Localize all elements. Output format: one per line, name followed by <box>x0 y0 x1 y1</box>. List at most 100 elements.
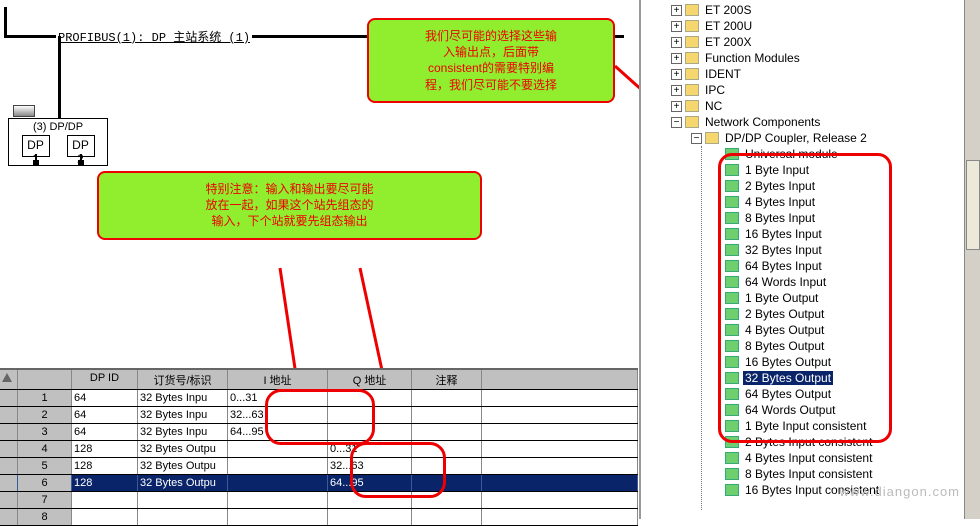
folder-icon <box>705 132 719 144</box>
row-dpid: 128 <box>72 475 138 491</box>
row-ident: 32 Bytes Inpu <box>138 390 228 406</box>
row-dpid: 128 <box>72 458 138 474</box>
device-title: (3) DP/DP <box>9 119 107 133</box>
row-icon-cell <box>0 458 18 474</box>
dp-dp-coupler-device[interactable]: (3) DP/DP DP 1 DP 2 <box>8 118 108 166</box>
tree-item-label: IDENT <box>703 67 743 81</box>
folder-icon <box>685 4 699 16</box>
tree-item-label: DP/DP Coupler, Release 2 <box>723 131 869 145</box>
table-row[interactable]: 512832 Bytes Outpu32...63 <box>0 458 638 475</box>
tree-toggle-icon[interactable]: + <box>671 5 682 16</box>
tree-item-label: NC <box>703 99 724 113</box>
tree-item[interactable]: + NC <box>645 98 980 114</box>
highlight-ring-iaddr <box>265 389 375 445</box>
tree-toggle-icon[interactable]: + <box>671 37 682 48</box>
row-slot: 1 <box>18 390 72 406</box>
row-icon-cell <box>0 390 18 406</box>
annotation-callout-2: 特别注意：输入和输出要尽可能 放在一起，如果这个站先组态的 输入，下个站就要先组… <box>97 171 482 240</box>
device-small-icon <box>13 105 35 117</box>
row-slot: 2 <box>18 407 72 423</box>
tree-item[interactable]: + ET 200X <box>645 34 980 50</box>
row-icon-cell <box>0 407 18 423</box>
tree-item-label: ET 200U <box>703 19 754 33</box>
table-row[interactable]: 612832 Bytes Outpu64...95 <box>0 475 638 492</box>
col-comment: 注释 <box>412 370 482 389</box>
module-icon <box>725 468 739 480</box>
device-port-2[interactable]: DP 2 <box>67 135 95 157</box>
annotation-callout-1: 我们尽可能的选择这些输 入输出点，后面带 consistent的需要特别编 程，… <box>367 18 615 103</box>
row-ident: 32 Bytes Outpu <box>138 475 228 491</box>
row-ident: 32 Bytes Inpu <box>138 407 228 423</box>
highlight-ring-modules <box>718 153 892 443</box>
tree-item[interactable]: + IDENT <box>645 66 980 82</box>
col-icon <box>0 370 18 389</box>
watermark-text: www.diangon.com <box>840 484 961 499</box>
tree-item[interactable]: − DP/DP Coupler, Release 2 <box>645 130 980 146</box>
row-ident: 32 Bytes Outpu <box>138 458 228 474</box>
row-ident: 32 Bytes Outpu <box>138 441 228 457</box>
tree-item-label: IPC <box>703 83 727 97</box>
module-icon <box>725 484 739 496</box>
device-drop-line <box>58 36 61 120</box>
row-slot: 5 <box>18 458 72 474</box>
tree-toggle-icon[interactable]: + <box>671 53 682 64</box>
table-header-row: DP ID 订货号/标识 I 地址 Q 地址 注释 <box>0 370 638 390</box>
tree-item-label: ET 200S <box>703 3 753 17</box>
module-icon <box>725 452 739 464</box>
folder-icon <box>685 84 699 96</box>
row-iaddr <box>228 458 328 474</box>
tree-toggle-icon[interactable]: + <box>671 85 682 96</box>
tree-item[interactable]: + IPC <box>645 82 980 98</box>
row-slot: 6 <box>18 475 72 491</box>
folder-icon <box>685 100 699 112</box>
tree-scrollbar-thumb[interactable] <box>966 160 980 250</box>
tree-item[interactable]: + Function Modules <box>645 50 980 66</box>
folder-icon <box>685 36 699 48</box>
tree-item-label: Network Components <box>703 115 822 129</box>
tree-item[interactable]: 4 Bytes Input consistent <box>645 450 980 466</box>
row-dpid: 128 <box>72 441 138 457</box>
tree-toggle-icon[interactable]: − <box>671 117 682 128</box>
tree-item[interactable]: 8 Bytes Input consistent <box>645 466 980 482</box>
col-extra <box>482 370 638 389</box>
row-icon-cell <box>0 475 18 491</box>
tree-item-label: ET 200X <box>703 35 753 49</box>
table-row-empty[interactable]: 7 <box>0 492 638 509</box>
tree-item-label: 4 Bytes Input consistent <box>743 451 874 465</box>
tree-guide-line <box>701 146 702 510</box>
tree-item-label: 8 Bytes Input consistent <box>743 467 874 481</box>
col-slot <box>18 370 72 389</box>
folder-icon <box>685 68 699 80</box>
folder-icon <box>685 52 699 64</box>
col-dpid: DP ID <box>72 370 138 389</box>
folder-icon <box>685 116 699 128</box>
tree-item[interactable]: + ET 200U <box>645 18 980 34</box>
tree-item[interactable]: − Network Components <box>645 114 980 130</box>
row-dpid: 64 <box>72 424 138 440</box>
tree-item-label: Function Modules <box>703 51 802 65</box>
folder-icon <box>685 20 699 32</box>
col-ident: 订货号/标识 <box>138 370 228 389</box>
profibus-label[interactable]: PROFIBUS(1): DP 主站系统 (1) <box>56 28 252 45</box>
tree-toggle-icon[interactable]: + <box>671 101 682 112</box>
row-comment <box>412 407 482 423</box>
row-iaddr <box>228 475 328 491</box>
highlight-ring-qaddr <box>350 442 446 498</box>
row-slot: 3 <box>18 424 72 440</box>
col-iaddr: I 地址 <box>228 370 328 389</box>
tree-item[interactable]: + ET 200S <box>645 2 980 18</box>
row-dpid: 64 <box>72 407 138 423</box>
table-row-empty[interactable]: 8 <box>0 509 638 526</box>
tree-toggle-icon[interactable]: + <box>671 69 682 80</box>
tree-scrollbar[interactable] <box>964 0 980 519</box>
row-dpid: 64 <box>72 390 138 406</box>
col-qaddr: Q 地址 <box>328 370 412 389</box>
device-port-1[interactable]: DP 1 <box>22 135 50 157</box>
tree-toggle-icon[interactable]: + <box>671 21 682 32</box>
tree-toggle-icon[interactable]: − <box>691 133 702 144</box>
row-icon-cell <box>0 424 18 440</box>
row-comment <box>412 424 482 440</box>
row-slot: 4 <box>18 441 72 457</box>
row-comment <box>412 390 482 406</box>
row-ident: 32 Bytes Inpu <box>138 424 228 440</box>
